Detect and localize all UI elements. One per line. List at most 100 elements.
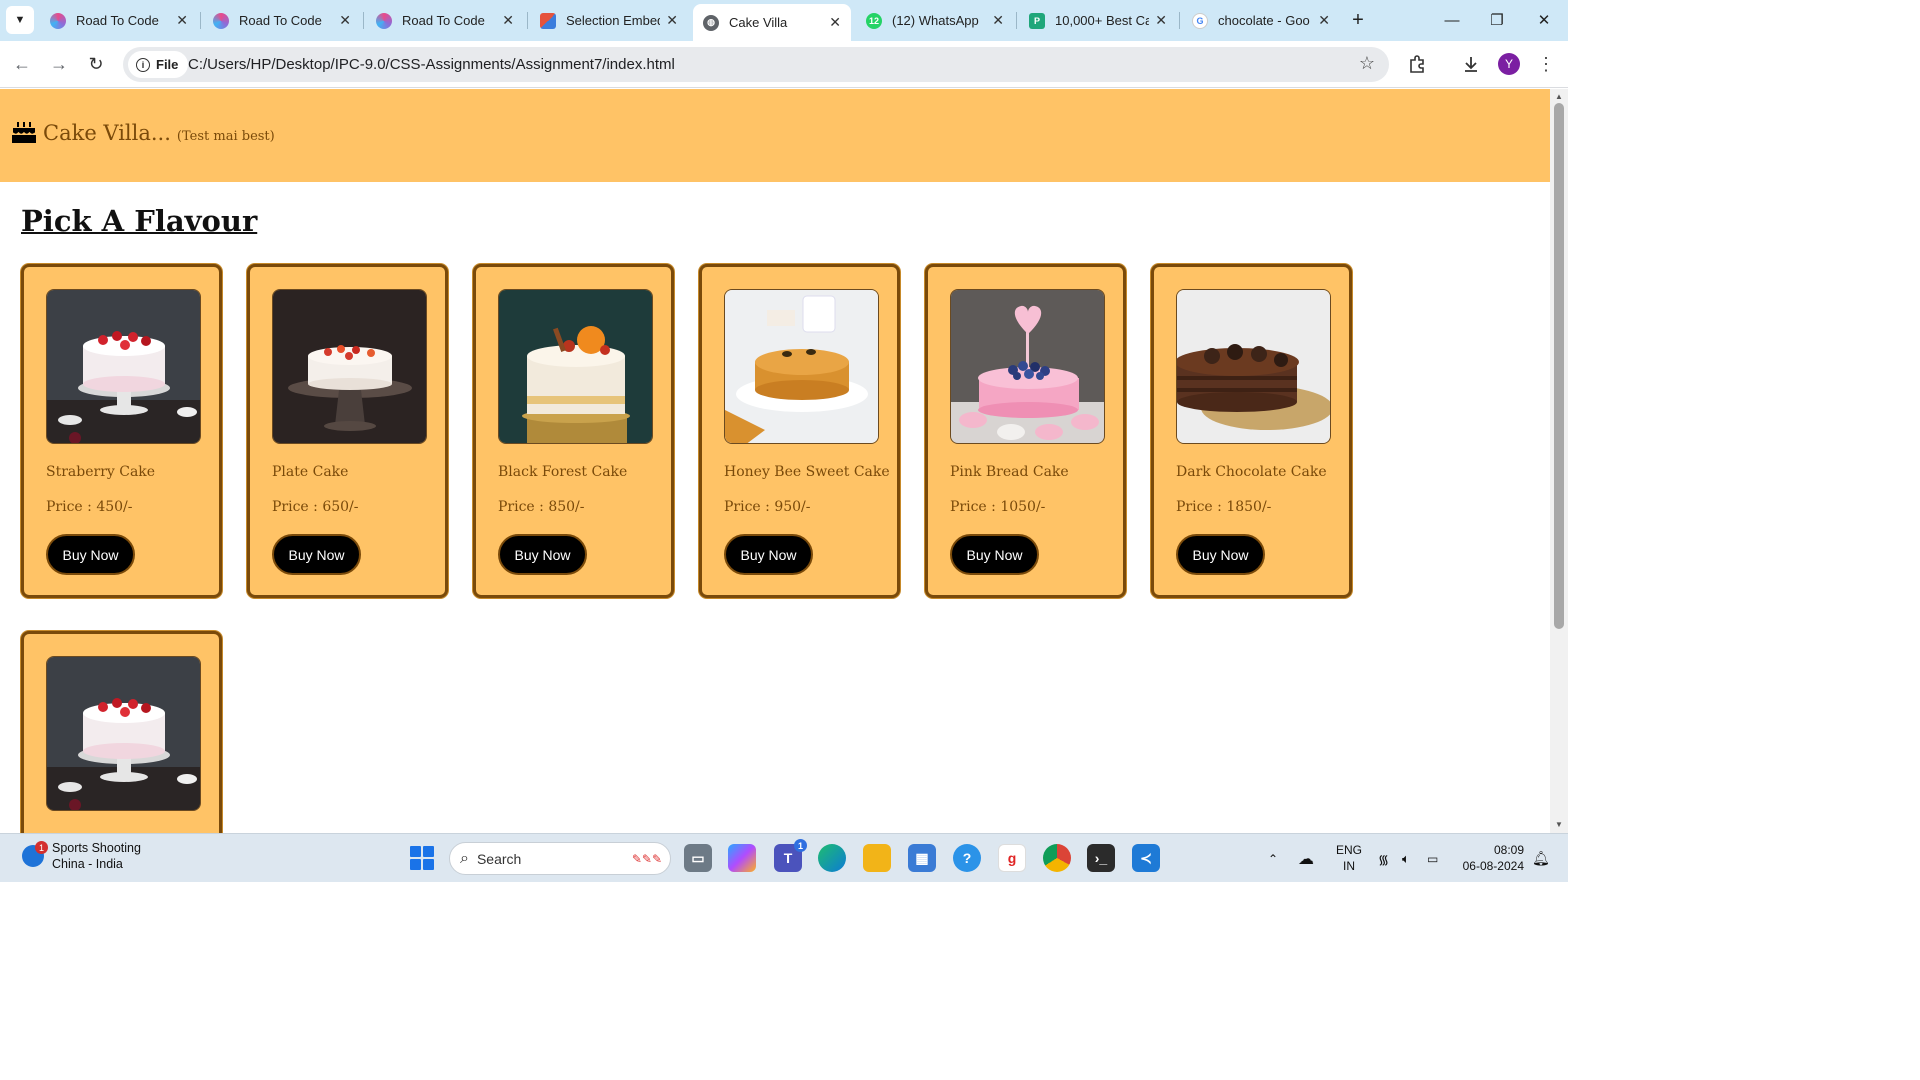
language-code: ENG bbox=[1336, 843, 1363, 857]
tab-selection-embed[interactable]: Selection Embed ✕ bbox=[530, 4, 688, 37]
scroll-thumb[interactable] bbox=[1554, 103, 1564, 629]
tab-road-to-code-1[interactable]: Road To Code ✕ bbox=[40, 4, 198, 37]
section-title: Pick A Flavour bbox=[21, 204, 258, 238]
weather-app-icon[interactable]: ? bbox=[953, 844, 981, 872]
copilot-icon[interactable] bbox=[728, 844, 756, 872]
battery-icon[interactable]: ▭ bbox=[1427, 834, 1438, 883]
cake-price: Price : 1850/- bbox=[1176, 499, 1272, 515]
buy-now-button[interactable]: Buy Now bbox=[1176, 534, 1265, 575]
teams-icon[interactable]: T 1 bbox=[774, 839, 807, 872]
task-view-icon[interactable]: ▭ bbox=[684, 844, 712, 872]
road-to-code-favicon-icon bbox=[50, 12, 66, 29]
url-text[interactable]: C:/Users/HP/Desktop/IPC-9.0/CSS-Assignme… bbox=[188, 56, 675, 73]
site-info-chip[interactable]: i File bbox=[128, 51, 189, 78]
buy-now-button[interactable]: Buy Now bbox=[724, 534, 813, 575]
menu-kebab-icon[interactable]: ⋮ bbox=[1534, 52, 1558, 76]
cake-name: Dark Chocolate Cake bbox=[1176, 464, 1327, 480]
news-widget[interactable]: 1 Sports Shooting China - India bbox=[22, 840, 141, 872]
onedrive-cloud-icon[interactable]: ☁ bbox=[1298, 834, 1314, 883]
tab-whatsapp[interactable]: 12 (12) WhatsApp ✕ bbox=[856, 4, 1014, 37]
scroll-up-icon[interactable]: ▲ bbox=[1554, 92, 1564, 102]
strawberry-cake-image bbox=[46, 656, 201, 811]
tab-close-icon[interactable]: ✕ bbox=[666, 12, 678, 29]
teams-badge: 1 bbox=[794, 839, 807, 852]
search-placeholder: Search bbox=[476, 850, 522, 867]
tab-title: Cake Villa bbox=[729, 15, 788, 30]
black-forest-cake-image bbox=[498, 289, 653, 444]
windows-taskbar: 1 Sports Shooting China - India ⌕ Search… bbox=[0, 833, 1568, 882]
windows-start-icon[interactable] bbox=[410, 846, 434, 870]
restore-icon[interactable]: ❐ bbox=[1485, 8, 1509, 32]
tab-best-cakes[interactable]: P 10,000+ Best Ca ✕ bbox=[1019, 4, 1177, 37]
forward-arrow-icon[interactable]: → bbox=[47, 52, 71, 76]
tab-road-to-code-2[interactable]: Road To Code ✕ bbox=[203, 4, 361, 37]
show-hidden-icons-icon[interactable]: ⌃ bbox=[1268, 834, 1278, 883]
tab-separator bbox=[200, 12, 201, 29]
minimize-icon[interactable]: — bbox=[1440, 8, 1464, 32]
microsoft-store-icon[interactable]: ▦ bbox=[908, 844, 936, 872]
tab-search-button[interactable]: ▼ bbox=[6, 6, 34, 34]
product-card: Honey Bee Sweet Cake Price : 950/- Buy N… bbox=[699, 264, 900, 598]
bookmark-star-icon[interactable]: ☆ bbox=[1359, 53, 1375, 74]
tab-title: Road To Code bbox=[76, 13, 159, 28]
buy-now-button[interactable]: Buy Now bbox=[498, 534, 587, 575]
grammarly-app-icon[interactable]: g bbox=[998, 844, 1026, 872]
info-icon: i bbox=[136, 57, 150, 72]
notification-bell-icon[interactable]: 🔔︎ bbox=[1532, 834, 1550, 883]
wifi-icon[interactable]: ᯾ bbox=[1378, 834, 1389, 883]
tab-separator bbox=[1179, 12, 1180, 29]
download-icon[interactable] bbox=[1459, 52, 1483, 76]
terminal-icon[interactable]: ›_ bbox=[1087, 844, 1115, 872]
tab-close-icon[interactable]: ✕ bbox=[1318, 12, 1330, 29]
system-clock[interactable]: 08:09 06-08-2024 bbox=[1460, 842, 1524, 874]
honey-bee-cake-image bbox=[724, 289, 879, 444]
tab-separator bbox=[527, 12, 528, 29]
address-bar[interactable]: i File C:/Users/HP/Desktop/IPC-9.0/CSS-A… bbox=[123, 47, 1389, 82]
page-viewport: Cake Villa... (Test mai best) Pick A Fla… bbox=[0, 89, 1550, 833]
product-card: Black Forest Cake Price : 850/- Buy Now bbox=[473, 264, 674, 598]
tab-separator bbox=[363, 12, 364, 29]
profile-avatar[interactable]: Y bbox=[1498, 53, 1520, 75]
search-icon: ⌕ bbox=[460, 849, 469, 867]
cake-price: Price : 1050/- bbox=[950, 499, 1046, 515]
tab-title: Selection Embed bbox=[566, 13, 661, 28]
buy-now-button[interactable]: Buy Now bbox=[272, 534, 361, 575]
road-to-code-favicon-icon bbox=[213, 12, 229, 29]
cake-name: Pink Bread Cake bbox=[950, 464, 1069, 480]
tab-close-icon[interactable]: ✕ bbox=[992, 12, 1004, 29]
edge-icon[interactable] bbox=[818, 844, 846, 872]
chrome-icon[interactable] bbox=[1043, 844, 1071, 872]
site-header: Cake Villa... (Test mai best) bbox=[0, 89, 1550, 182]
volume-icon[interactable]: 🔈︎ bbox=[1402, 834, 1410, 883]
browser-tab-strip: ▼ Road To Code ✕ Road To Code ✕ Road To … bbox=[0, 0, 1568, 41]
tab-close-icon[interactable]: ✕ bbox=[176, 12, 188, 29]
page-scrollbar[interactable]: ▲ ▼ bbox=[1550, 89, 1568, 833]
news-widget-icon: 1 bbox=[22, 841, 48, 867]
tab-chocolate-google[interactable]: G chocolate - Goo ✕ bbox=[1182, 4, 1340, 37]
taskbar-search[interactable]: ⌕ Search ✎✎✎ bbox=[449, 842, 671, 875]
site-name: Cake Villa... bbox=[43, 121, 171, 145]
pink-bread-cake-image bbox=[950, 289, 1105, 444]
region-code: IN bbox=[1343, 859, 1355, 873]
news-widget-title: Sports Shooting bbox=[52, 841, 141, 855]
product-card: Dark Chocolate Cake Price : 1850/- Buy N… bbox=[1151, 264, 1352, 598]
buy-now-button[interactable]: Buy Now bbox=[950, 534, 1039, 575]
new-tab-button[interactable]: + bbox=[1346, 8, 1370, 32]
tab-road-to-code-3[interactable]: Road To Code ✕ bbox=[366, 4, 524, 37]
tab-cake-villa[interactable]: ◍ Cake Villa ✕ bbox=[693, 4, 851, 41]
vscode-icon[interactable]: ≺ bbox=[1132, 844, 1160, 872]
language-indicator[interactable]: ENG IN bbox=[1336, 842, 1362, 874]
selection-embed-favicon-icon bbox=[540, 12, 556, 29]
buy-now-button[interactable]: Buy Now bbox=[46, 534, 135, 575]
tab-close-icon[interactable]: ✕ bbox=[1155, 12, 1167, 29]
birthday-cake-icon bbox=[12, 122, 36, 143]
tab-close-icon[interactable]: ✕ bbox=[339, 12, 351, 29]
file-explorer-icon[interactable] bbox=[863, 844, 891, 872]
extensions-puzzle-icon[interactable] bbox=[1405, 52, 1429, 76]
tab-close-icon[interactable]: ✕ bbox=[502, 12, 514, 29]
reload-icon[interactable]: ↻ bbox=[84, 52, 108, 76]
scroll-down-icon[interactable]: ▼ bbox=[1554, 820, 1564, 830]
close-window-icon[interactable]: ✕ bbox=[1532, 8, 1556, 32]
back-arrow-icon[interactable]: ← bbox=[10, 52, 34, 76]
tab-close-icon[interactable]: ✕ bbox=[829, 14, 841, 31]
